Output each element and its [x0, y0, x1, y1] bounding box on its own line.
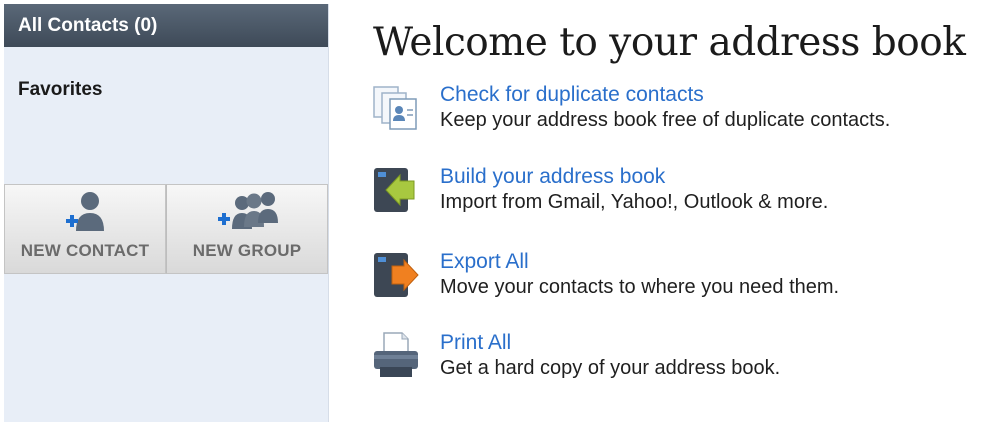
- feature-build-address-book: Build your address book Import from Gmai…: [370, 165, 828, 215]
- page-title: Welcome to your address book: [373, 20, 966, 65]
- all-contacts-label: All Contacts (0): [18, 14, 158, 36]
- duplicate-contacts-icon: [373, 86, 417, 130]
- print-all-link[interactable]: Print All: [440, 331, 780, 355]
- new-group-label: NEW GROUP: [192, 241, 302, 260]
- build-address-book-desc: Import from Gmail, Yahoo!, Outlook & mor…: [440, 191, 829, 213]
- add-group-icon: [218, 192, 278, 229]
- favorites-item[interactable]: Favorites: [4, 79, 328, 101]
- new-group-button[interactable]: NEW GROUP: [166, 184, 328, 274]
- printer-icon: [374, 332, 418, 377]
- import-icon: [374, 168, 415, 212]
- build-address-book-link[interactable]: Build your address book: [440, 165, 828, 189]
- new-contact-label: NEW CONTACT: [20, 241, 150, 260]
- add-person-icon: [66, 192, 104, 231]
- feature-check-duplicates: Check for duplicate contacts Keep your a…: [370, 83, 890, 133]
- export-all-desc: Move your contacts to where you need the…: [440, 276, 840, 298]
- check-duplicates-link[interactable]: Check for duplicate contacts: [440, 83, 890, 107]
- feature-export-all: Export All Move your contacts to where y…: [370, 250, 839, 300]
- sidebar: All Contacts (0) Favorites NEW CONTACT N…: [4, 4, 329, 422]
- action-bar: NEW CONTACT NEW GROUP: [4, 184, 328, 274]
- all-contacts-tab[interactable]: All Contacts (0): [4, 4, 328, 47]
- check-duplicates-desc: Keep your address book free of duplicate…: [440, 109, 891, 131]
- export-all-link[interactable]: Export All: [440, 250, 839, 274]
- new-contact-button[interactable]: NEW CONTACT: [4, 184, 166, 274]
- feature-print-all: Print All Get a hard copy of your addres…: [370, 331, 780, 381]
- export-icon: [374, 253, 419, 297]
- print-all-desc: Get a hard copy of your address book.: [440, 357, 781, 379]
- favorites-label: Favorites: [18, 79, 103, 100]
